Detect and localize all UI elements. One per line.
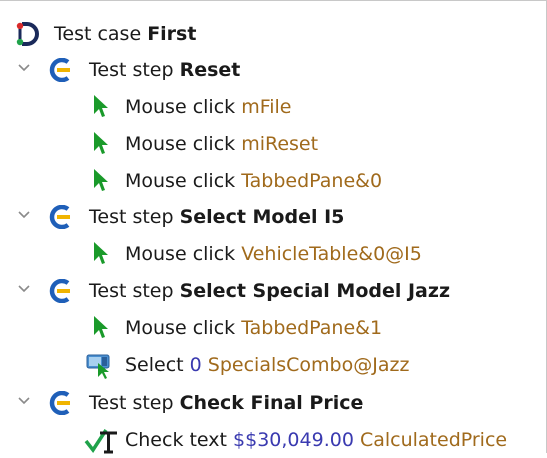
node-text: Mouse click mFile [125,95,292,119]
test-step-icon [49,279,70,303]
mouse-click-icon [94,169,108,191]
test-step-prefix: Test step [89,392,180,414]
tree-node-mouse-click[interactable]: Mouse click VehicleTable&0@I5 [0,235,547,272]
tree-node-mouse-click[interactable]: Mouse click TabbedPane&1 [0,309,547,346]
node-text: Check text $$30,049.00 CalculatedPrice [125,428,507,452]
test-step-name: Select Special Model Jazz [179,280,451,302]
tree-node-test-step[interactable]: Test step Select Model I5 [0,198,547,235]
node-label: Mouse click [125,170,242,192]
test-case-title: Test case First [54,22,196,46]
mouse-click-icon [94,316,108,338]
test-step-icon [49,205,70,229]
test-step-icon [49,58,70,82]
test-case-icon [16,22,39,46]
test-step-name: Check Final Price [179,392,364,414]
test-tree: Test case First Test step Reset Mouse cl… [0,0,547,454]
node-target: TabbedPane&1 [241,317,383,339]
tree-node-mouse-click[interactable]: Mouse click miReset [0,125,547,162]
node-label: Mouse click [125,96,242,118]
tree-node-test-step[interactable]: Test step Check Final Price [0,384,547,421]
node-text: Mouse click VehicleTable&0@I5 [125,242,422,266]
test-step-prefix: Test step [89,206,180,228]
node-target: CalculatedPrice [359,429,508,451]
test-step-title: Test step Check Final Price [89,391,363,415]
node-text: Select 0 SpecialsCombo@Jazz [125,353,409,377]
node-target: miReset [241,133,319,155]
node-label: Select [125,354,190,376]
node-target: SpecialsCombo@Jazz [207,354,410,376]
test-case-name: First [147,23,197,45]
node-text: Mouse click TabbedPane&0 [125,169,382,193]
tree-node-mouse-click[interactable]: Mouse click mFile [0,88,547,125]
test-step-title: Test step Reset [89,58,240,82]
node-target: VehicleTable&0@I5 [241,243,422,265]
select-combo-icon [86,354,110,379]
node-label: Check text [125,429,234,451]
test-case-prefix: Test case [54,23,148,45]
node-text: Mouse click miReset [125,132,318,156]
chevron-down-icon[interactable] [17,281,31,295]
node-value: 0 [189,354,202,376]
tree-node-test-step[interactable]: Test step Reset [0,51,547,88]
test-step-name: Reset [179,59,241,81]
node-target: mFile [241,96,292,118]
tree-node-test-case[interactable]: Test case First [0,15,547,52]
chevron-down-icon[interactable] [17,207,31,221]
mouse-click-icon [94,242,108,264]
node-value: $$30,049.00 [233,429,354,451]
test-step-icon [49,391,70,415]
node-label: Mouse click [125,133,242,155]
node-label: Mouse click [125,243,242,265]
tree-node-test-step[interactable]: Test step Select Special Model Jazz [0,272,547,309]
test-step-name: Select Model I5 [179,206,345,228]
test-step-prefix: Test step [89,59,180,81]
node-text: Mouse click TabbedPane&1 [125,316,382,340]
node-label: Mouse click [125,317,242,339]
tree-node-check-text[interactable]: Check text $$30,049.00 CalculatedPrice [0,421,547,458]
tree-node-mouse-click[interactable]: Mouse click TabbedPane&0 [0,162,547,199]
test-step-title: Test step Select Model I5 [89,205,344,229]
test-step-title: Test step Select Special Model Jazz [89,279,450,303]
test-step-prefix: Test step [89,280,180,302]
mouse-click-icon [94,132,108,154]
node-target: TabbedPane&0 [241,170,383,192]
check-text-icon [84,429,117,454]
mouse-click-icon [94,95,108,117]
chevron-down-icon[interactable] [17,60,31,74]
chevron-down-icon[interactable] [17,393,31,407]
tree-node-select[interactable]: Select 0 SpecialsCombo@Jazz [0,346,547,383]
